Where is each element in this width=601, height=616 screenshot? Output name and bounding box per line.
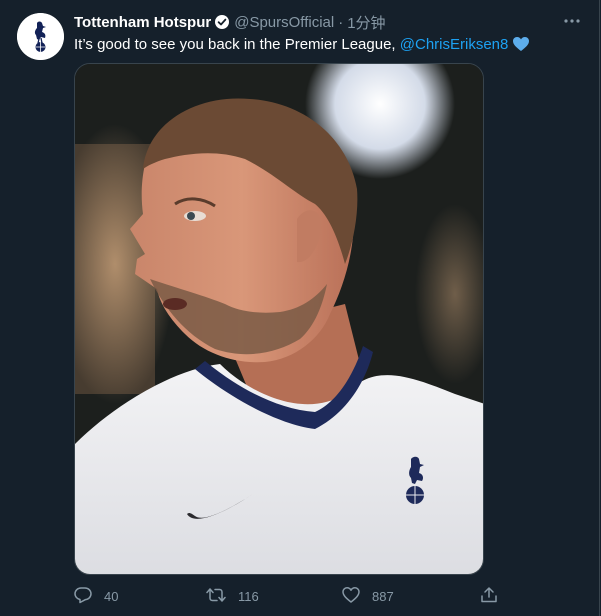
- timestamp[interactable]: 1分钟: [347, 12, 385, 33]
- tweet-text-body: It’s good to see you back in the Premier…: [74, 36, 400, 53]
- separator-dot: ·: [338, 13, 344, 31]
- like-count: 887: [372, 588, 394, 604]
- tweet-photo[interactable]: [74, 63, 484, 575]
- like-button[interactable]: 887: [342, 585, 394, 607]
- player-photo-image: [75, 64, 483, 574]
- share-button[interactable]: [480, 585, 498, 607]
- blue-heart-icon: [512, 36, 530, 58]
- avatar[interactable]: [17, 13, 64, 60]
- verified-badge-icon: [214, 14, 230, 30]
- tweet-actions: 40 116 887: [74, 585, 504, 607]
- mention-link[interactable]: @ChrisEriksen8: [400, 36, 509, 53]
- handle[interactable]: @SpursOfficial: [234, 14, 334, 31]
- heart-icon: [342, 586, 360, 607]
- retweet-count: 116: [238, 588, 259, 604]
- display-name[interactable]: Tottenham Hotspur: [74, 14, 211, 31]
- reply-icon: [74, 586, 92, 607]
- share-icon: [480, 586, 498, 607]
- tweet-text: It’s good to see you back in the Premier…: [74, 35, 579, 58]
- tweet-card[interactable]: Tottenham Hotspur @SpursOfficial · 1分钟 I…: [0, 0, 600, 616]
- tottenham-logo-icon: [17, 13, 64, 60]
- retweet-icon: [206, 586, 226, 607]
- reply-count: 40: [104, 588, 119, 604]
- reply-button[interactable]: 40: [74, 585, 118, 607]
- more-options-icon[interactable]: [561, 13, 583, 29]
- retweet-button[interactable]: 116: [206, 585, 259, 607]
- tweet-header: Tottenham Hotspur @SpursOfficial · 1分钟: [74, 12, 539, 32]
